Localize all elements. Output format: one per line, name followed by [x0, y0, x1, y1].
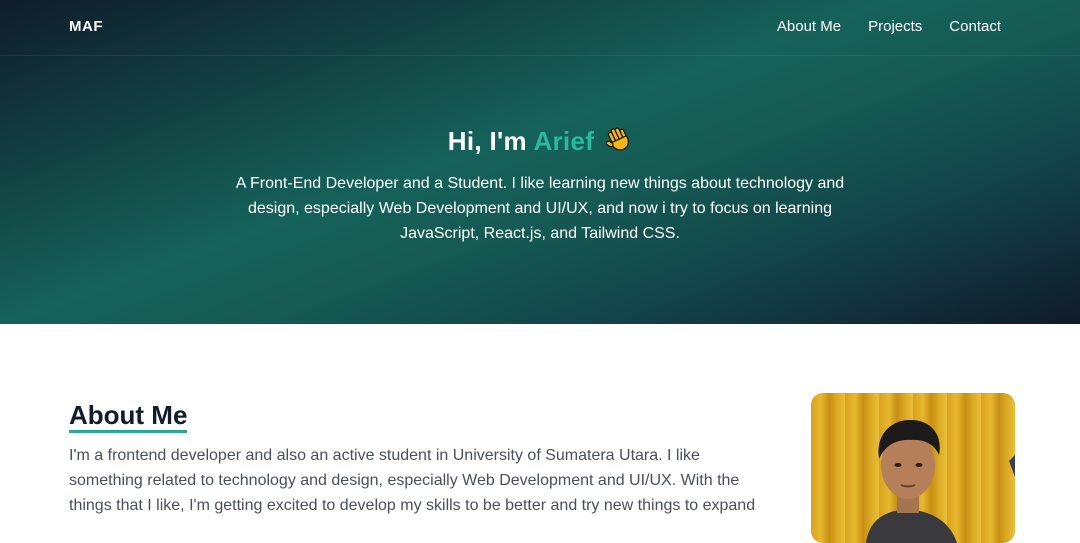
hero-greeting: Hi, I'm: [447, 126, 534, 156]
nav-link-projects[interactable]: Projects: [868, 18, 922, 35]
about-text: I'm a frontend developer and also an act…: [69, 447, 756, 514]
nav-links: About Me Projects Contact: [777, 18, 1001, 35]
profile-photo: [811, 393, 1015, 543]
navbar: MAF About Me Projects Contact: [0, 0, 1080, 56]
waving-hand-icon: [602, 124, 632, 154]
hero-name: Arief: [533, 126, 595, 156]
nav-link-about-me[interactable]: About Me: [777, 18, 841, 35]
site-logo[interactable]: MAF: [69, 18, 103, 35]
nav-link-contact[interactable]: Contact: [949, 18, 1001, 35]
about-heading: About Me: [69, 400, 188, 433]
hero-description: A Front-End Developer and a Student. I l…: [235, 175, 845, 242]
about-section: About Me I'm a frontend developer and al…: [0, 324, 1080, 543]
hero-section: MAF About Me Projects Contact Hi, I'm Ar…: [0, 0, 1080, 324]
hero-title: Hi, I'm Arief: [0, 124, 1080, 157]
